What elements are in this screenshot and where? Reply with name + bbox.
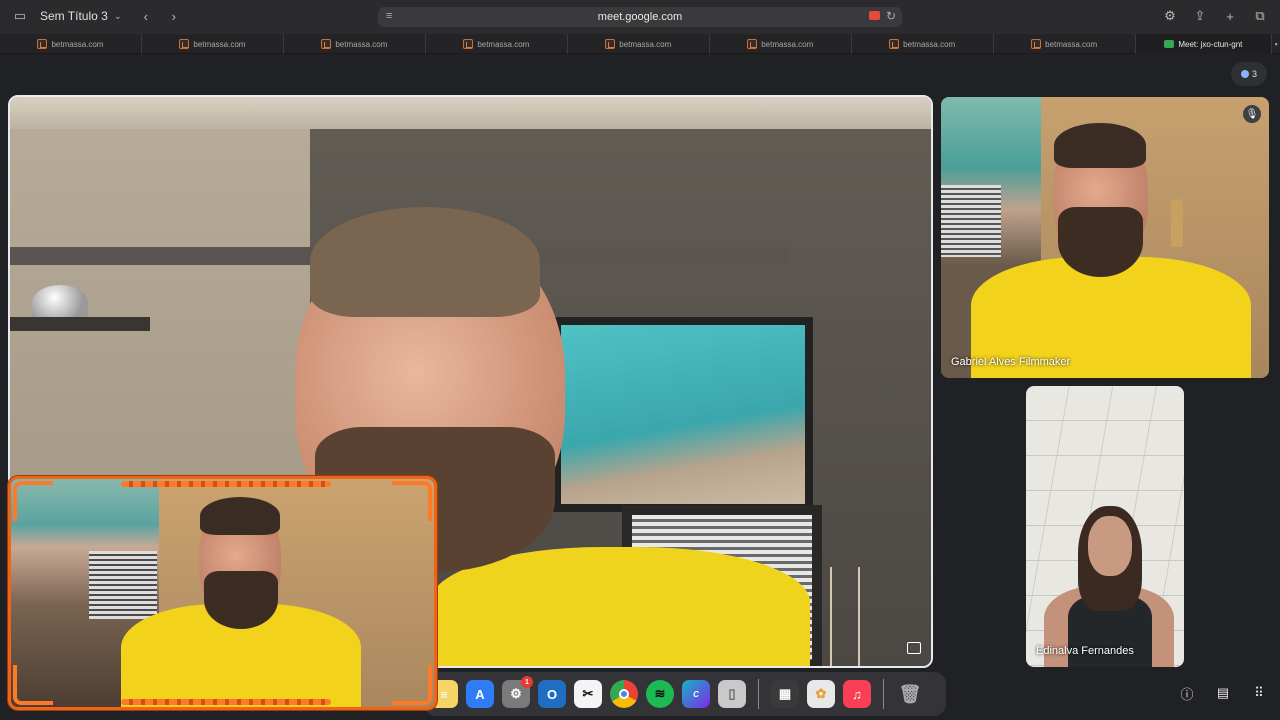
spotify-icon[interactable]: ≋ (646, 680, 674, 708)
system-settings-icon[interactable]: ⚙ 1 (502, 676, 533, 708)
info-icon[interactable]: ⓘ (1178, 684, 1196, 702)
betmassa-favicon-icon (747, 39, 758, 49)
meet-side-controls: ⓘ ▤ ⠿ (1178, 684, 1268, 702)
photos-icon[interactable]: ✿ (807, 680, 835, 708)
calculator-icon[interactable]: ▦ (771, 680, 799, 708)
pip-frame-corner (13, 481, 53, 521)
betmassa-favicon-icon (179, 39, 190, 49)
back-icon[interactable]: ‹ (138, 8, 154, 24)
canva-icon[interactable]: C (682, 680, 710, 708)
chat-icon[interactable]: ▤ (1214, 684, 1232, 702)
betmassa-favicon-icon (889, 39, 900, 49)
dock-separator (758, 679, 759, 709)
tab-strip: betmassa.com betmassa.com betmassa.com b… (0, 34, 1280, 54)
video-decor-sphere (32, 285, 88, 321)
betmassa-favicon-icon (37, 39, 48, 49)
pip-frame-corner (13, 665, 53, 705)
video-reed-diffuser (830, 567, 860, 666)
betmassa-favicon-icon (321, 39, 332, 49)
speaker-shirt (430, 547, 810, 666)
share-icon[interactable]: ⇪ (1192, 8, 1208, 24)
people-icon (1240, 70, 1249, 78)
chevron-down-icon[interactable]: ⌄ (110, 8, 126, 24)
outlook-icon[interactable]: O (538, 680, 566, 708)
participant-name: Edinalva Fernandes (1036, 645, 1134, 657)
preview-icon[interactable]: ▯ (718, 680, 746, 708)
betmassa-favicon-icon (1031, 39, 1042, 49)
participant-tile[interactable]: 🎙 Gabriel Alves Filmmaker (941, 97, 1269, 378)
betmassa-favicon-icon (463, 39, 474, 49)
app-store-icon[interactable]: A (466, 680, 494, 708)
tab-betmassa[interactable]: betmassa.com (852, 34, 994, 54)
tab-betmassa[interactable]: betmassa.com (994, 34, 1136, 54)
reload-icon[interactable]: ↻ (886, 9, 896, 23)
speaker-hair (310, 207, 540, 317)
tab-group-title[interactable]: Sem Título 3 (40, 9, 108, 23)
new-tab-icon[interactable]: + (1222, 8, 1238, 24)
camera-tab-icon: ▪ (1274, 38, 1278, 49)
browser-toolbar: ▭ Sem Título 3 ⌄ ‹ › ≡ meet.google.com ↻… (0, 0, 1280, 34)
settings-icon[interactable]: ⚙ (1162, 8, 1178, 24)
chrome-icon[interactable] (610, 680, 638, 708)
capcut-icon[interactable]: ✂ (574, 680, 602, 708)
tab-overview-icon[interactable]: ⧉ (1252, 8, 1268, 24)
betmassa-favicon-icon (605, 39, 616, 49)
pip-frame-corner (392, 665, 432, 705)
pip-frame-bar (121, 699, 331, 705)
macos-dock: ≡ A ⚙ 1 O ✂ ≋ C ▯ ▦ ✿ ♫ 🗑 (424, 672, 946, 716)
notification-badge: 1 (521, 676, 533, 688)
sidebar-toggle-icon[interactable]: ▭ (12, 8, 28, 24)
meet-favicon-icon (1164, 40, 1175, 48)
tab-betmassa[interactable]: betmassa.com (142, 34, 284, 54)
tab-betmassa[interactable]: betmassa.com (284, 34, 426, 54)
participant-name: Gabriel Alves Filmmaker (951, 356, 1071, 368)
pip-frame-bar (121, 481, 331, 487)
address-bar[interactable]: ≡ meet.google.com ↻ (378, 7, 902, 27)
participants-button[interactable]: 3 (1231, 62, 1267, 86)
pip-frame-corner (392, 481, 432, 521)
url-text: meet.google.com (597, 11, 683, 23)
video-beach-painting (553, 317, 813, 512)
dock-separator (883, 679, 884, 709)
reader-icon[interactable]: ≡ (386, 10, 392, 22)
activities-grid-icon[interactable]: ⠿ (1250, 684, 1268, 702)
camera-in-use-icon[interactable] (869, 11, 880, 20)
video-ceiling (10, 97, 931, 129)
participant-tile[interactable]: Edinalva Fernandes (1026, 386, 1184, 667)
pip-overlay-video (8, 476, 437, 710)
tile-overflow-icon[interactable] (907, 642, 921, 654)
video-shelf (10, 317, 150, 331)
forward-icon[interactable]: › (166, 8, 182, 24)
trash-icon[interactable]: 🗑 (896, 680, 924, 708)
tab-betmassa[interactable]: betmassa.com (426, 34, 568, 54)
tab-betmassa[interactable]: betmassa.com (568, 34, 710, 54)
tab-betmassa[interactable]: betmassa.com (0, 34, 142, 54)
tab-betmassa[interactable]: betmassa.com (710, 34, 852, 54)
tab-meet[interactable]: Meet: jxo-ctun-gnt (1135, 34, 1273, 54)
mic-off-icon: 🎙 (1243, 105, 1261, 123)
participant-count: 3 (1251, 69, 1257, 79)
music-icon[interactable]: ♫ (843, 680, 871, 708)
